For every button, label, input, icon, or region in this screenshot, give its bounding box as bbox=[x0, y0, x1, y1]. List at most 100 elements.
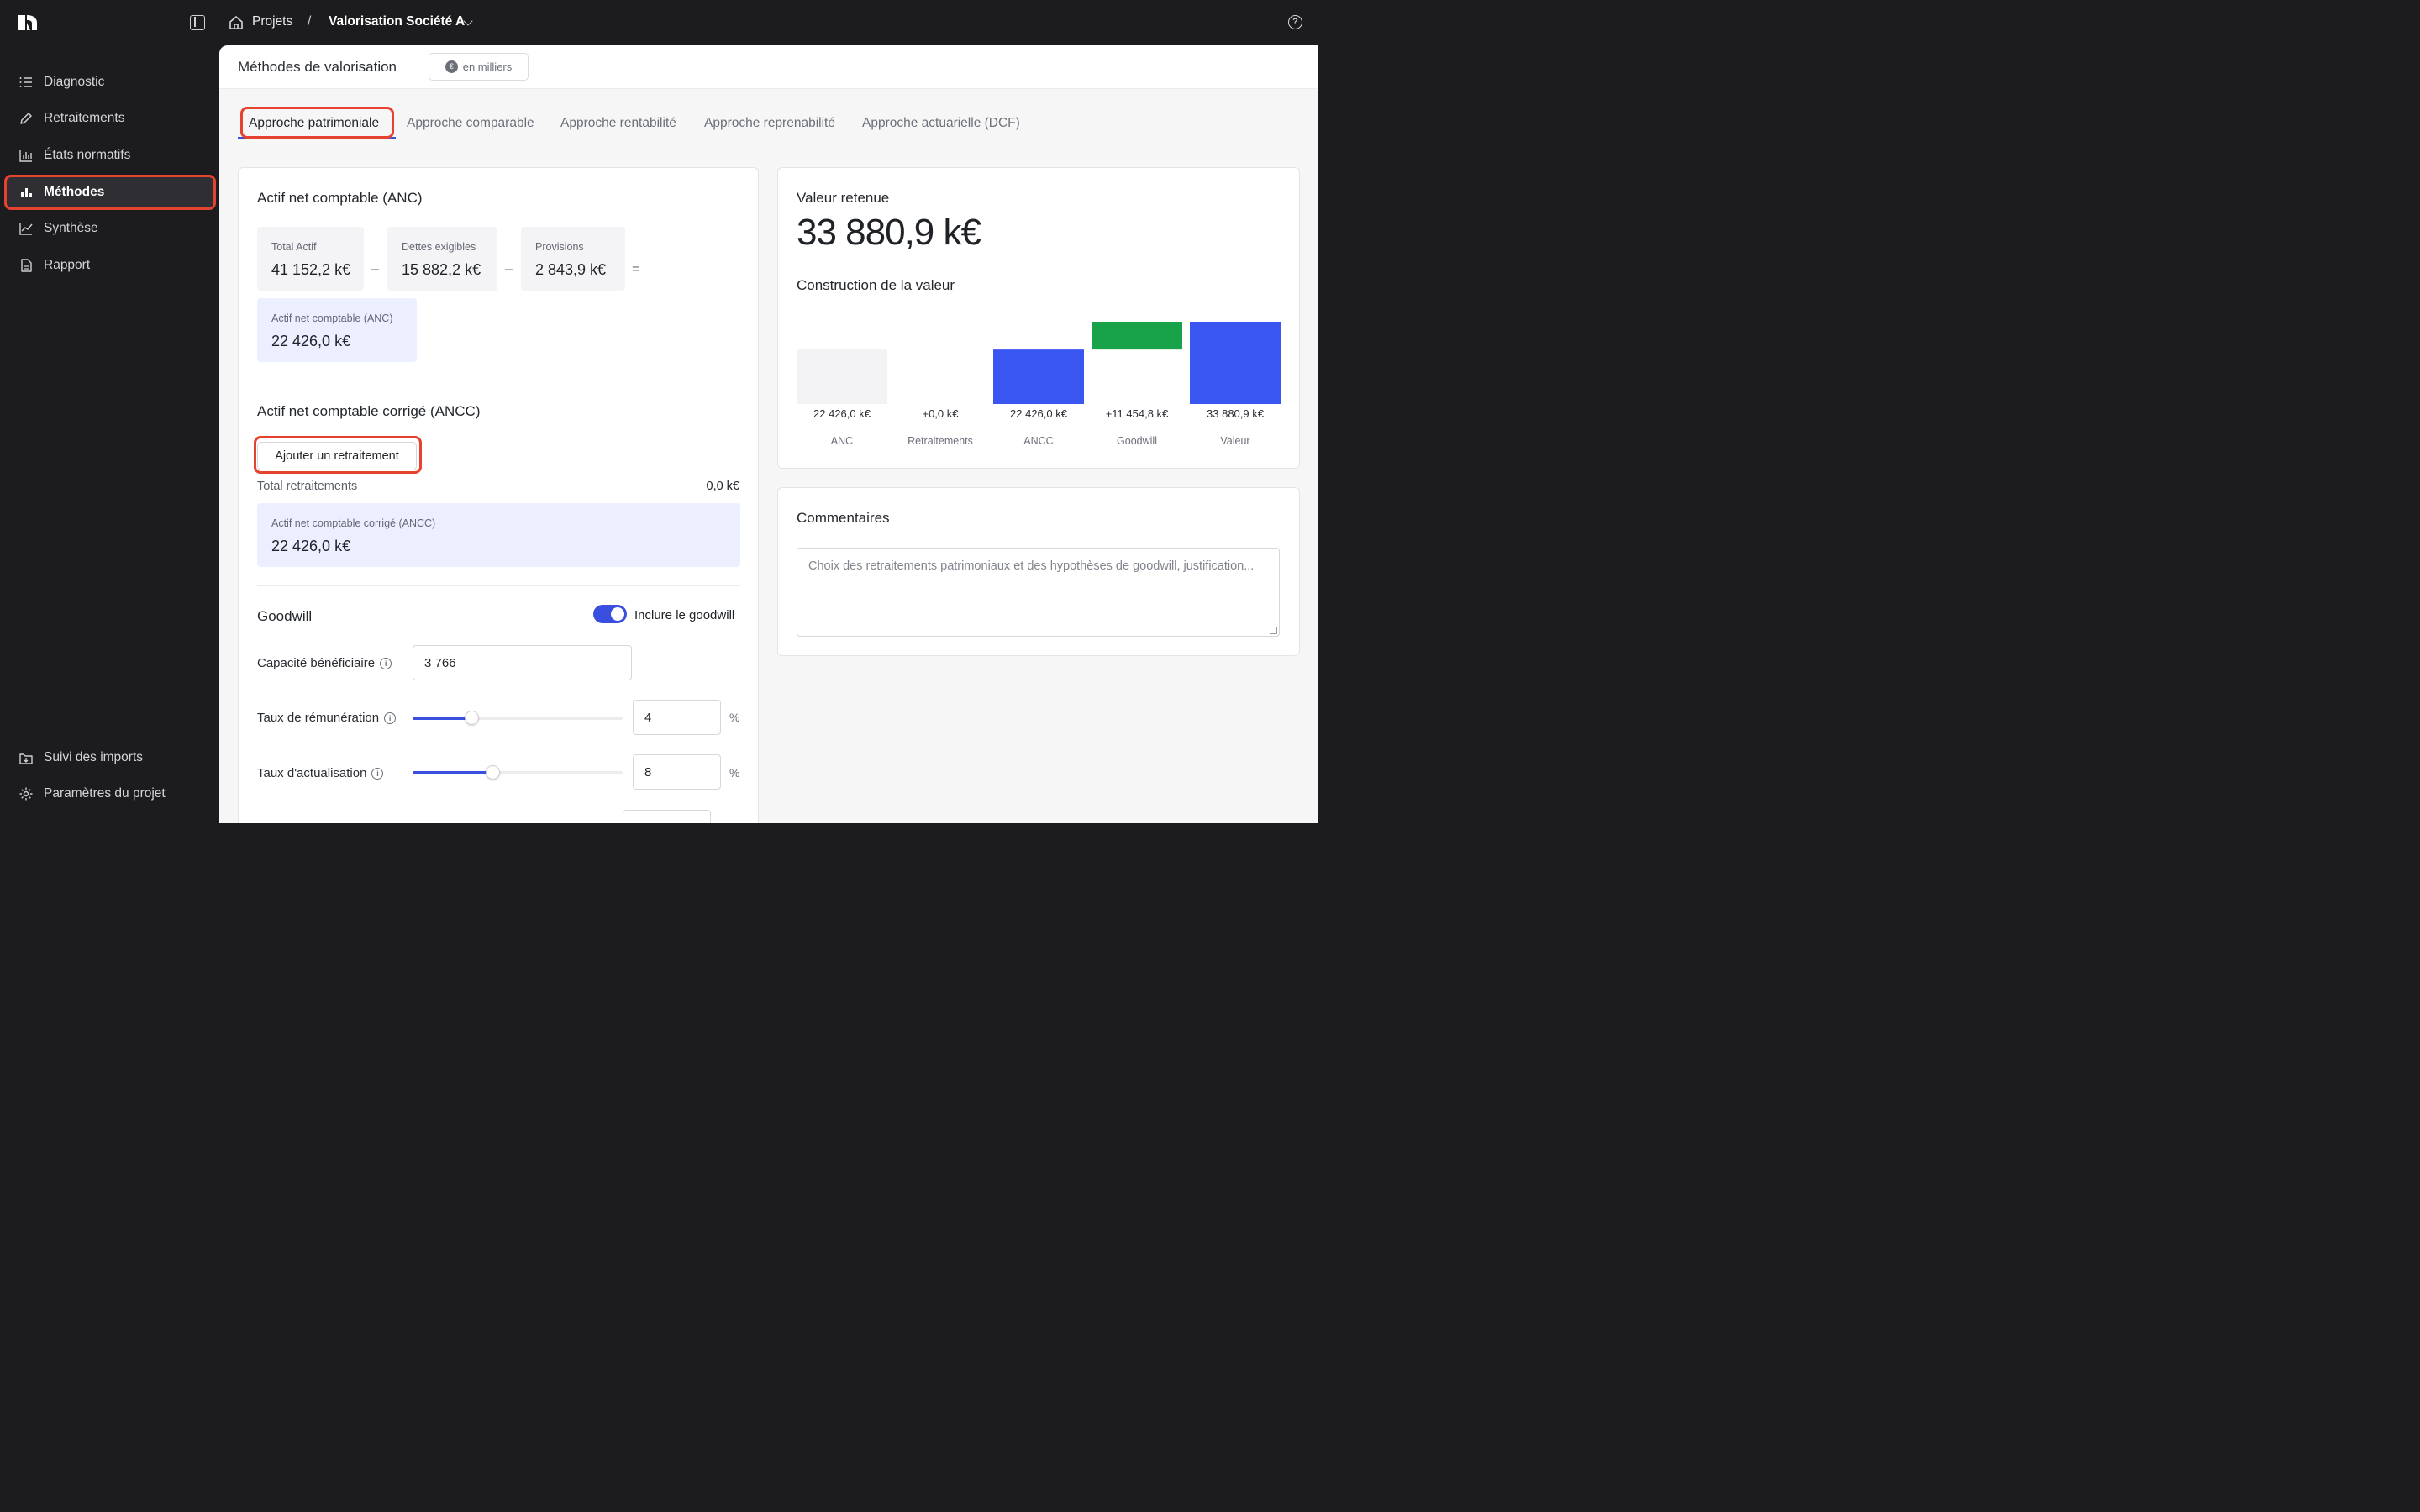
sidebar-item-label: Synthèse bbox=[44, 221, 98, 235]
ancc-result-label: Actif net comptable corrigé (ANCC) bbox=[271, 517, 436, 529]
info-icon[interactable]: i bbox=[384, 711, 397, 724]
anc-result-value: 22 426,0 k€ bbox=[271, 333, 351, 349]
anc-section-title: Actif net comptable (ANC) bbox=[257, 190, 423, 206]
breadcrumb-projects-link[interactable]: Projets bbox=[252, 14, 292, 29]
chart-category-label: ANCC bbox=[1023, 435, 1053, 447]
valeur-retenue-card: Valeur retenue 33 880,9 k€ Construction … bbox=[777, 167, 1300, 469]
chart-value-label: 22 426,0 k€ bbox=[813, 407, 871, 420]
percent-unit: % bbox=[729, 766, 740, 780]
dettes-exigibles-value: 15 882,2 k€ bbox=[402, 261, 481, 278]
info-icon[interactable]: i bbox=[371, 767, 384, 780]
sidebar-item-label: Retraitements bbox=[44, 111, 125, 125]
sidebar-item-label: Paramètres du projet bbox=[44, 786, 166, 801]
sidebar-item-methodes[interactable]: Méthodes bbox=[7, 176, 213, 208]
dettes-exigibles-box: Dettes exigibles 15 882,2 k€ bbox=[387, 227, 497, 291]
sidebar-item-retraitements[interactable]: Retraitements bbox=[7, 102, 213, 134]
slider-fill bbox=[413, 717, 471, 720]
breadcrumb-current-project[interactable]: Valorisation Société A bbox=[329, 14, 465, 29]
include-goodwill-label[interactable]: Inclure le goodwill bbox=[634, 608, 734, 622]
info-icon[interactable]: i bbox=[380, 657, 392, 669]
unit-label: en milliers bbox=[462, 60, 513, 73]
taux-actualisation-slider[interactable] bbox=[413, 765, 623, 780]
chart-category-label: Goodwill bbox=[1117, 435, 1157, 447]
sidebar-item-synthese[interactable]: Synthèse bbox=[7, 213, 213, 244]
chart-bar-valeur bbox=[1190, 322, 1281, 404]
chart-bar-goodwill bbox=[1092, 322, 1182, 350]
ancc-result-value: 22 426,0 k€ bbox=[271, 538, 351, 554]
slider-handle[interactable] bbox=[486, 765, 500, 780]
tab-approche-rentabilite[interactable]: Approche rentabilité bbox=[560, 116, 676, 131]
sidebar-item-diagnostic[interactable]: Diagnostic bbox=[7, 66, 213, 98]
line-chart-icon bbox=[19, 223, 33, 235]
document-icon bbox=[21, 259, 32, 272]
chart-value-label: +11 454,8 k€ bbox=[1106, 407, 1169, 420]
taux-actualisation-input[interactable]: 8 bbox=[633, 754, 721, 790]
chart-value-label: +0,0 k€ bbox=[922, 407, 959, 420]
sidebar-item-label: États normatifs bbox=[44, 148, 131, 162]
top-bar: Projets / Valorisation Société A ? bbox=[0, 0, 1318, 45]
slider-fill bbox=[413, 771, 492, 774]
taux-actualisation-label: Taux d'actualisation i bbox=[257, 766, 384, 780]
commentaires-textarea[interactable]: Choix des retraitements patrimoniaux et … bbox=[797, 548, 1280, 637]
tab-approche-reprenabilite[interactable]: Approche reprenabilité bbox=[704, 116, 835, 131]
next-field-input[interactable] bbox=[623, 810, 711, 823]
active-tab-indicator bbox=[238, 137, 396, 139]
pencil-icon bbox=[20, 113, 32, 124]
slider-handle[interactable] bbox=[465, 711, 479, 725]
chart-category-label: Retraitements bbox=[908, 435, 973, 447]
chart-value-label: 33 880,9 k€ bbox=[1207, 407, 1265, 420]
commentaires-title: Commentaires bbox=[797, 510, 890, 526]
add-retraitement-button[interactable]: Ajouter un retraitement bbox=[257, 442, 417, 470]
chart-bar-anc bbox=[797, 349, 887, 404]
bar-chart-icon bbox=[19, 150, 32, 162]
field-label-text: Taux de rémunération bbox=[257, 711, 380, 725]
sidebar-item-etats-normatifs[interactable]: États normatifs bbox=[7, 139, 213, 171]
provisions-value: 2 843,9 k€ bbox=[535, 261, 607, 278]
percent-unit: % bbox=[729, 711, 740, 724]
home-icon[interactable] bbox=[229, 15, 244, 30]
minus-operator: – bbox=[505, 262, 513, 276]
taux-remuneration-input[interactable]: 4 bbox=[633, 700, 721, 735]
equals-operator: = bbox=[632, 262, 640, 276]
commentaires-card: Commentaires Choix des retraitements pat… bbox=[777, 487, 1300, 656]
total-actif-box: Total Actif 41 152,2 k€ bbox=[257, 227, 364, 291]
page-header: Méthodes de valorisation € en milliers bbox=[219, 45, 1318, 89]
sidebar-item-suivi-imports[interactable]: Suivi des imports bbox=[7, 742, 213, 774]
help-icon[interactable]: ? bbox=[1288, 15, 1302, 29]
unit-selector[interactable]: € en milliers bbox=[429, 53, 529, 81]
app-logo-icon[interactable] bbox=[17, 13, 39, 33]
sidebar: Diagnostic Retraitements États normatifs… bbox=[0, 45, 219, 823]
field-label-text: Capacité bénéficiaire bbox=[257, 656, 376, 670]
sidebar-item-label: Diagnostic bbox=[44, 75, 105, 89]
anc-result-label: Actif net comptable (ANC) bbox=[271, 312, 393, 324]
total-actif-label: Total Actif bbox=[271, 241, 317, 253]
tab-approche-comparable[interactable]: Approche comparable bbox=[407, 116, 534, 131]
method-tabs: Approche patrimoniale Approche comparabl… bbox=[238, 104, 1300, 139]
sidebar-toggle-icon[interactable] bbox=[190, 15, 205, 30]
ancc-result-box: Actif net comptable corrigé (ANCC) 22 42… bbox=[257, 503, 740, 567]
tab-approche-patrimoniale[interactable]: Approche patrimoniale bbox=[249, 116, 379, 131]
sidebar-item-rapport[interactable]: Rapport bbox=[7, 249, 213, 281]
total-actif-value: 41 152,2 k€ bbox=[271, 261, 351, 278]
euro-icon: € bbox=[445, 60, 458, 73]
anc-result-box: Actif net comptable (ANC) 22 426,0 k€ bbox=[257, 298, 417, 362]
list-icon bbox=[19, 77, 32, 87]
chart-category-label: Valeur bbox=[1220, 435, 1249, 447]
goodwill-section-title: Goodwill bbox=[257, 608, 313, 624]
taux-remuneration-slider[interactable] bbox=[413, 711, 623, 725]
construction-waterfall-chart: 22 426,0 k€ ANC +0,0 k€ Retraitements 22 426… bbox=[797, 322, 1281, 447]
minus-operator: – bbox=[371, 262, 379, 276]
bar-chart-filled-icon bbox=[21, 188, 32, 197]
sidebar-item-label: Suivi des imports bbox=[44, 750, 144, 764]
chart-category-label: ANC bbox=[831, 435, 853, 447]
main-content: Méthodes de valorisation € en milliers A… bbox=[219, 45, 1318, 823]
total-retraitements-label: Total retraitements bbox=[257, 480, 358, 493]
include-goodwill-toggle[interactable] bbox=[593, 605, 627, 623]
textarea-placeholder: Choix des retraitements patrimoniaux et … bbox=[808, 559, 1255, 573]
capacite-beneficiaire-input[interactable]: 3 766 bbox=[413, 645, 632, 680]
sidebar-item-parametres[interactable]: Paramètres du projet bbox=[7, 778, 213, 810]
resize-handle-icon[interactable] bbox=[1270, 627, 1277, 634]
breadcrumb-separator: / bbox=[308, 14, 312, 29]
patrimoniale-card: Actif net comptable (ANC) Total Actif 41… bbox=[238, 167, 759, 823]
tab-approche-actuarielle[interactable]: Approche actuarielle (DCF) bbox=[862, 116, 1020, 131]
